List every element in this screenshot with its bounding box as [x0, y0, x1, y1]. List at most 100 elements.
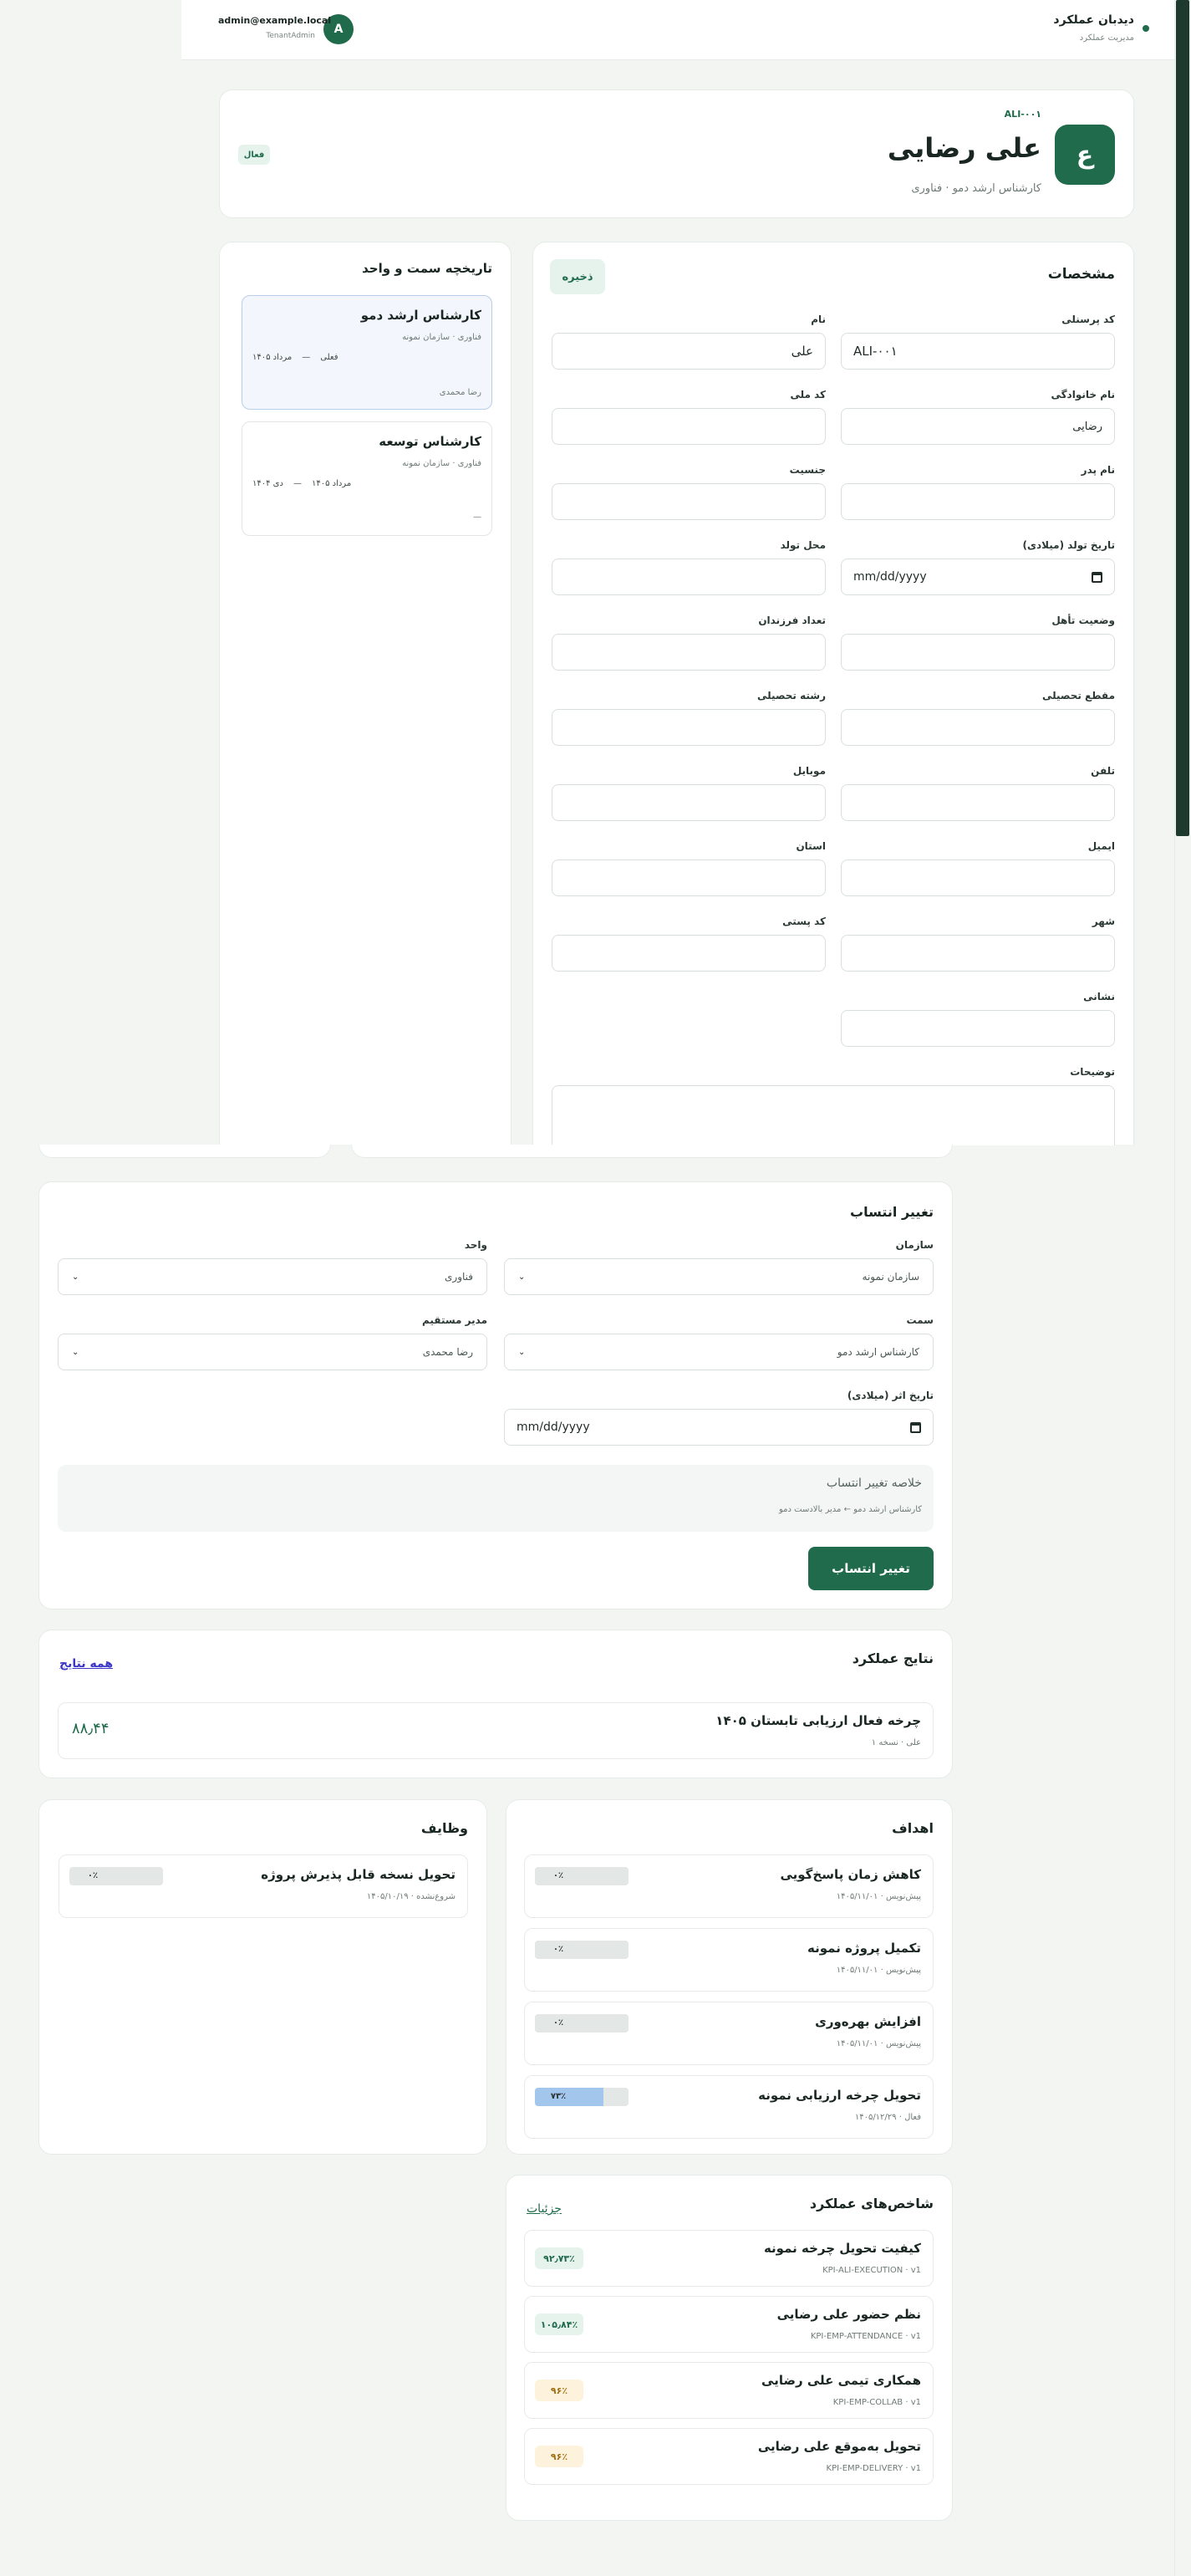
- goal-meta: پیش‌نویس · ۱۴۰۵/۱۱/۰۱: [836, 1892, 921, 1901]
- marital-status-input[interactable]: [841, 634, 1115, 671]
- label-national-id: کد ملی: [790, 389, 826, 400]
- label-email: ایمیل: [1087, 840, 1115, 852]
- label-last-name: نام خانوادگی: [1051, 389, 1115, 400]
- calendar-icon[interactable]: [1092, 571, 1102, 583]
- goal-meta: پیش‌نویس · ۱۴۰۵/۱۱/۰۱: [836, 1966, 921, 1975]
- goal-progress: ۰٪: [535, 1867, 629, 1885]
- mobile-input[interactable]: [552, 784, 826, 821]
- result-item-title: چرخه فعال ارزیابی تابستان ۱۴۰۵: [715, 1713, 921, 1728]
- goal-item[interactable]: تکمیل پروژه نمونه پیش‌نویس · ۱۴۰۵/۱۱/۰۱ ۰٪: [524, 1928, 934, 1992]
- goal-title: تکمیل پروژه نمونه: [807, 1941, 921, 1956]
- task-item[interactable]: تحویل نسخه قابل پذیرش پروژه شروع‌نشده · …: [59, 1854, 468, 1918]
- results-card: نتایج عملکرد همه نتایج چرخه فعال ارزیابی…: [38, 1630, 953, 1778]
- employee-code: ALI-۰۰۱: [1004, 109, 1041, 120]
- national-id-input[interactable]: [552, 408, 826, 445]
- label-marital-status: وضعیت تأهل: [1051, 615, 1115, 626]
- goal-title: کاهش زمان پاسخ‌گویی: [780, 1867, 921, 1882]
- change-assignment-button[interactable]: تغییر انتساب: [808, 1547, 934, 1590]
- label-address: نشانی: [1083, 991, 1115, 1002]
- birth-date-input[interactable]: mm/dd/yyyy: [841, 559, 1115, 595]
- education-level-input[interactable]: [841, 709, 1115, 746]
- label-gender: جنسیت: [789, 464, 826, 476]
- brand-dot-icon: [1143, 25, 1149, 32]
- label-personnel-code: کد پرسنلی: [1061, 314, 1115, 325]
- kpi-item-code: KPI-EMP-DELIVERY · v1: [826, 2464, 921, 2473]
- goal-title: تحویل چرخه ارزیابی نمونه: [758, 2088, 921, 2103]
- goals-title: اهداف: [892, 1820, 934, 1836]
- position-select[interactable]: کارشناس ارشد دمو ⌄: [504, 1334, 934, 1370]
- result-score: ۸۸٫۴۴: [72, 1720, 109, 1737]
- save-button[interactable]: ذخیره: [550, 259, 605, 294]
- history-item[interactable]: کارشناس توسعه فناوری · سازمان نمونه مردا…: [242, 421, 492, 536]
- user-email: admin@example.local: [218, 15, 332, 26]
- card-fragment: [351, 1145, 953, 1158]
- kpi-item-title: نظم حضور علی رضایی: [776, 2307, 921, 2322]
- phone-input[interactable]: [841, 784, 1115, 821]
- kpi-item[interactable]: تحویل به‌موقع علی رضایی KPI-EMP-DELIVERY …: [524, 2428, 934, 2485]
- birth-place-input[interactable]: [552, 559, 826, 595]
- kpi-item-title: همکاری تیمی علی رضایی: [761, 2373, 921, 2388]
- history-item-manager: —: [473, 513, 481, 522]
- label-description: توضیحات: [1070, 1066, 1115, 1078]
- father-name-input[interactable]: [841, 483, 1115, 520]
- kpi-card: شاخص‌های عملکرد جزئیات کیفیت تحویل چرخه …: [506, 2175, 953, 2521]
- address-input[interactable]: [841, 1010, 1115, 1047]
- last-name-input[interactable]: رضایی: [841, 408, 1115, 445]
- effective-date-input[interactable]: mm/dd/yyyy: [504, 1409, 934, 1446]
- kpi-item[interactable]: همکاری تیمی علی رضایی KPI-EMP-COLLAB · v1…: [524, 2362, 934, 2419]
- kpi-value-badge: ۹۲٫۷۳٪: [535, 2247, 583, 2269]
- summary-text: کارشناس ارشد دمو ← مدیر بالادست دمو: [778, 1505, 922, 1514]
- label-father-name: نام پدر: [1081, 464, 1115, 476]
- unit-select[interactable]: فناوری ⌄: [58, 1258, 487, 1295]
- goal-item[interactable]: کاهش زمان پاسخ‌گویی پیش‌نویس · ۱۴۰۵/۱۱/۰۱…: [524, 1854, 934, 1918]
- goal-progress: ۰٪: [535, 2014, 629, 2033]
- kpi-item-code: KPI-EMP-COLLAB · v1: [832, 2398, 921, 2407]
- chevron-down-icon: ⌄: [518, 1272, 526, 1282]
- assignment-summary: خلاصه تغییر انتساب کارشناس ارشد دمو ← مد…: [58, 1465, 934, 1532]
- goal-item[interactable]: تحویل چرخه ارزیابی نمونه فعال · ۱۴۰۵/۱۲/۲…: [524, 2075, 934, 2139]
- task-meta: شروع‌نشده · ۱۴۰۵/۱۰/۱۹: [366, 1892, 456, 1901]
- children-count-input[interactable]: [552, 634, 826, 671]
- province-input[interactable]: [552, 860, 826, 896]
- tasks-title: وظایف: [420, 1820, 468, 1836]
- result-item[interactable]: چرخه فعال ارزیابی تابستان ۱۴۰۵ علی · نسخ…: [58, 1702, 934, 1759]
- status-badge: فعال: [238, 145, 270, 165]
- tasks-card: وظایف تحویل نسخه قابل پذیرش پروژه شروع‌ن…: [38, 1799, 487, 2155]
- all-results-link[interactable]: همه نتایج: [59, 1657, 113, 1671]
- kpi-item[interactable]: نظم حضور علی رضایی KPI-EMP-ATTENDANCE · v…: [524, 2296, 934, 2353]
- label-postal-code: کد پستی: [782, 916, 826, 927]
- app-subtitle: مدیریت عملکرد: [1079, 33, 1134, 43]
- chevron-down-icon: ⌄: [518, 1347, 526, 1357]
- history-item[interactable]: کارشناس ارشد دمو فناوری · سازمان نمونه ف…: [242, 295, 492, 410]
- page-scrollbar-thumb[interactable]: [1176, 0, 1189, 836]
- task-progress: ۰٪: [69, 1867, 163, 1885]
- history-item-range: فعلی — مرداد ۱۴۰۵: [252, 353, 338, 362]
- field-of-study-input[interactable]: [552, 709, 826, 746]
- first-name-input[interactable]: علی: [552, 333, 826, 370]
- history-item-org: فناوری · سازمان نمونه: [402, 459, 481, 468]
- label-organization: سازمان: [895, 1239, 934, 1251]
- kpi-details-link[interactable]: جزئیات: [527, 2202, 562, 2216]
- gender-input[interactable]: [552, 483, 826, 520]
- label-children-count: تعداد فرزندان: [758, 615, 826, 626]
- profile-avatar: ع: [1055, 125, 1115, 185]
- email-input[interactable]: [841, 860, 1115, 896]
- goal-title: افزایش بهره‌وری: [815, 2014, 921, 2029]
- city-input[interactable]: [841, 935, 1115, 972]
- organization-select[interactable]: سازمان نمونه ⌄: [504, 1258, 934, 1295]
- label-first-name: نام: [811, 314, 826, 325]
- details-card: مشخصات ذخیره کد پرسنلی ALI-۰۰۱ نام علی ن…: [532, 242, 1134, 1145]
- kpi-item-code: KPI-EMP-ATTENDANCE · v1: [810, 2332, 921, 2341]
- label-position: سمت: [906, 1314, 934, 1326]
- direct-manager-select[interactable]: رضا محمدی ⌄: [58, 1334, 487, 1370]
- goal-item[interactable]: افزایش بهره‌وری پیش‌نویس · ۱۴۰۵/۱۱/۰۱ ۰٪: [524, 2002, 934, 2065]
- description-textarea[interactable]: [552, 1085, 1115, 1145]
- goal-meta: فعال · ۱۴۰۵/۱۲/۲۹: [854, 2113, 921, 2122]
- calendar-icon[interactable]: [910, 1421, 921, 1433]
- assignment-title: تغییر انتساب: [849, 1204, 934, 1220]
- personnel-code-input[interactable]: ALI-۰۰۱: [841, 333, 1115, 370]
- kpi-item-title: کیفیت تحویل چرخه نمونه: [763, 2241, 921, 2256]
- kpi-item[interactable]: کیفیت تحویل چرخه نمونه KPI-ALI-EXECUTION …: [524, 2230, 934, 2287]
- label-phone: تلفن: [1091, 765, 1115, 777]
- postal-code-input[interactable]: [552, 935, 826, 972]
